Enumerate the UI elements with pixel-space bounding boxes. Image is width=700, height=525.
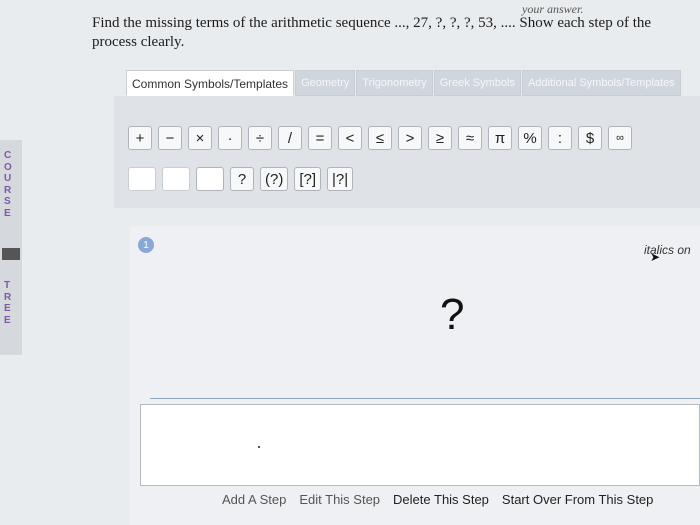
tab-trigonometry[interactable]: Trigonometry: [356, 70, 433, 96]
course-letter: S: [4, 196, 11, 207]
tab-common-symbols[interactable]: Common Symbols/Templates: [126, 70, 295, 96]
step-actions: Add A Step Edit This Step Delete This St…: [222, 492, 666, 507]
times-button[interactable]: ×: [188, 126, 212, 150]
tree-letter: E: [4, 303, 11, 314]
minus-button[interactable]: −: [158, 126, 182, 150]
infinity-button[interactable]: ∞: [608, 126, 632, 150]
fraction-template-button[interactable]: [128, 167, 156, 191]
tab-geometry[interactable]: Geometry: [295, 70, 356, 96]
percent-button[interactable]: %: [518, 126, 542, 150]
mouse-cursor-icon: ➤: [650, 250, 661, 264]
placeholder-symbol[interactable]: ?: [440, 290, 464, 340]
tab-greek-symbols[interactable]: Greek Symbols: [433, 70, 521, 96]
pi-button[interactable]: π: [488, 126, 512, 150]
placeholder-button[interactable]: ?: [230, 167, 254, 191]
tree-toggle[interactable]: [2, 248, 20, 260]
question-header-fragment: your answer.: [522, 2, 584, 16]
question-body: Find the missing terms of the arithmetic…: [92, 15, 652, 50]
approx-button[interactable]: ≈: [458, 126, 482, 150]
add-step-button[interactable]: Add A Step: [222, 492, 286, 507]
plus-button[interactable]: +: [128, 126, 152, 150]
superscript-template-button[interactable]: [196, 167, 224, 191]
question-text: your answer. Find the missing terms of t…: [92, 2, 692, 52]
dollar-button[interactable]: $: [578, 126, 602, 150]
less-than-button[interactable]: <: [338, 126, 362, 150]
workspace-divider: [150, 398, 700, 399]
start-over-button[interactable]: Start Over From This Step: [502, 492, 653, 507]
tab-additional-symbols[interactable]: Additional Symbols/Templates: [521, 70, 681, 96]
tree-label: T R E E: [4, 280, 11, 326]
course-label: C O U R S E: [4, 150, 12, 219]
symbol-row-2: ? (?) [?] |?|: [128, 167, 359, 191]
edit-step-button[interactable]: Edit This Step: [299, 492, 380, 507]
colon-button[interactable]: :: [548, 126, 572, 150]
symbol-row-1: + − × · ÷ / = < ≤ > ≥ ≈ π % : $ ∞: [128, 126, 638, 150]
greater-equal-button[interactable]: ≥: [428, 126, 452, 150]
input-caret: [258, 446, 260, 448]
course-letter: R: [4, 184, 12, 196]
divide-button[interactable]: ÷: [248, 126, 272, 150]
course-letter: E: [4, 207, 11, 219]
answer-input[interactable]: [140, 404, 700, 486]
less-equal-button[interactable]: ≤: [368, 126, 392, 150]
tree-letter: E: [4, 314, 11, 326]
delete-step-button[interactable]: Delete This Step: [393, 492, 489, 507]
absolute-value-template-button[interactable]: |?|: [327, 167, 354, 191]
symbol-panel: [114, 96, 700, 208]
greater-than-button[interactable]: >: [398, 126, 422, 150]
mixed-number-template-button[interactable]: [162, 167, 190, 191]
dot-button[interactable]: ·: [218, 126, 242, 150]
equals-button[interactable]: =: [308, 126, 332, 150]
slash-button[interactable]: /: [278, 126, 302, 150]
parentheses-template-button[interactable]: (?): [260, 167, 289, 191]
tree-letter: T: [4, 280, 11, 291]
course-letter: O: [4, 161, 12, 173]
step-number-badge: 1: [138, 237, 154, 253]
tree-letter: R: [4, 291, 12, 303]
course-letter: U: [4, 173, 12, 184]
brackets-template-button[interactable]: [?]: [294, 167, 322, 191]
course-letter: C: [4, 150, 12, 161]
editor-tabs: Common Symbols/Templates Geometry Trigon…: [126, 70, 682, 96]
course-tree-strip: C O U R S E T R E E: [0, 140, 22, 355]
